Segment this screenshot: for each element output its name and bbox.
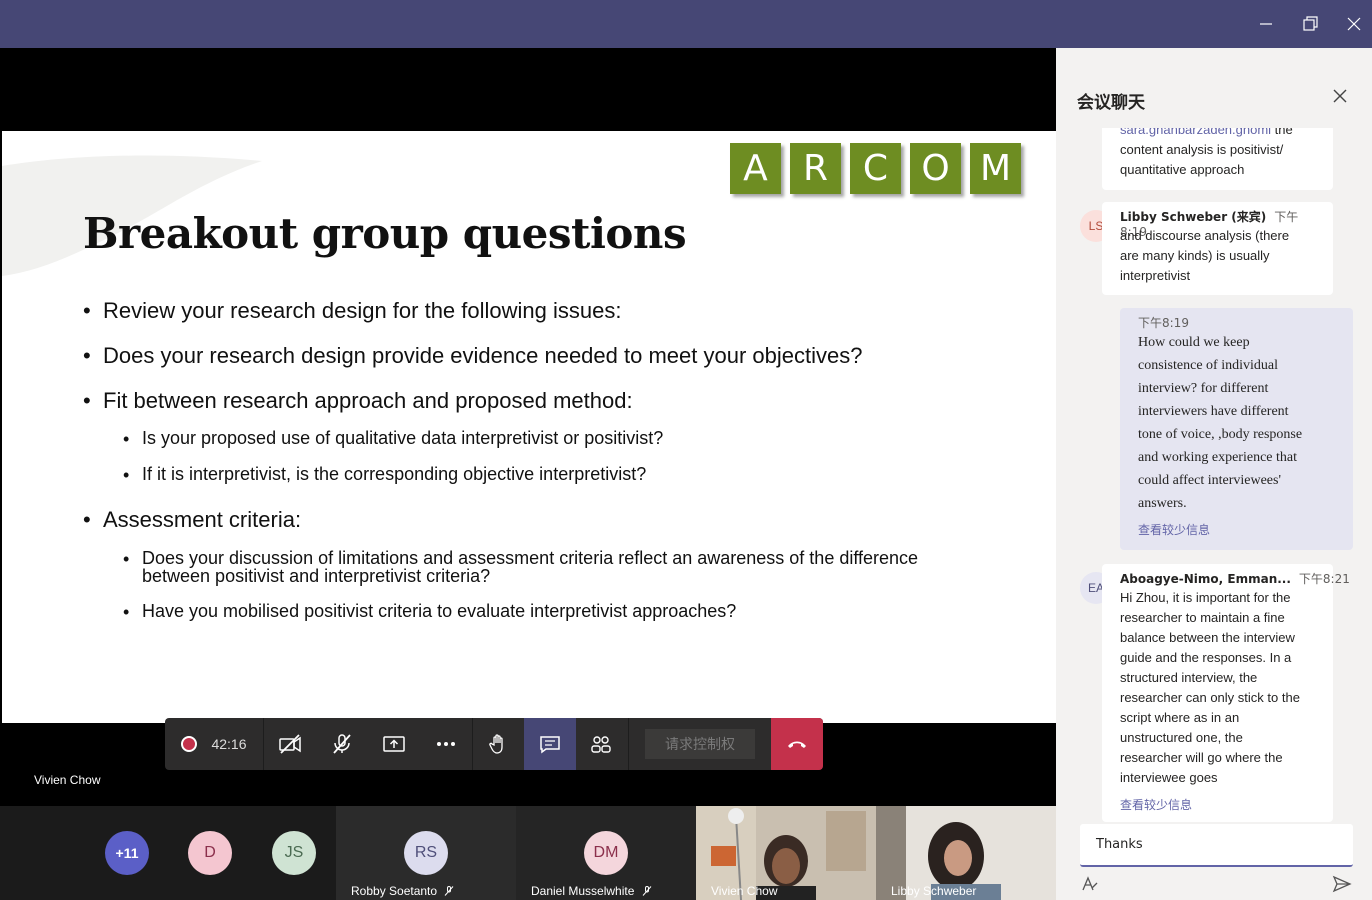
raise-hand-button[interactable] bbox=[473, 718, 524, 770]
meeting-controls-toolbar: 42:16 请求控制权 bbox=[165, 718, 823, 770]
meeting-chat-panel: 会议聊天 sara.ghanbarzaden.gnomi the content… bbox=[1056, 48, 1372, 900]
participant-strip: +11 D JS RS Robby Soetanto DM Daniel Mus… bbox=[0, 806, 1056, 900]
slide-title: Breakout group questions bbox=[83, 209, 687, 258]
hand-icon bbox=[488, 734, 503, 754]
more-icon bbox=[437, 742, 455, 746]
participant-video-tile[interactable]: Libby Schweber bbox=[876, 806, 1056, 900]
participant-name: Daniel Musselwhite bbox=[531, 884, 653, 898]
participant-avatar: DM bbox=[584, 831, 628, 875]
participants-icon bbox=[591, 736, 611, 753]
participants-button[interactable] bbox=[576, 718, 626, 770]
participant-name: Vivien Chow bbox=[711, 884, 778, 898]
chat-message: Libby Schweber (来宾) 下午8:19 and discourse … bbox=[1102, 202, 1333, 295]
participant-avatar: RS bbox=[404, 831, 448, 875]
chat-compose-box[interactable]: Thanks bbox=[1080, 824, 1353, 867]
recording-indicator: 42:16 bbox=[165, 718, 263, 770]
see-less-link[interactable]: 查看较少信息 bbox=[1120, 796, 1315, 813]
format-icon[interactable] bbox=[1080, 874, 1100, 894]
compose-input[interactable]: Thanks bbox=[1096, 837, 1143, 852]
minimize-icon[interactable] bbox=[1254, 12, 1278, 36]
own-chat-message: 下午8:19 How could we keep consistence of … bbox=[1120, 308, 1353, 550]
participant-tile[interactable]: DM Daniel Musselwhite bbox=[516, 806, 696, 900]
close-icon[interactable] bbox=[1332, 88, 1348, 104]
chat-message: sara.ghanbarzaden.gnomi the content anal… bbox=[1102, 128, 1333, 190]
chat-message-list[interactable]: sara.ghanbarzaden.gnomi the content anal… bbox=[1056, 128, 1372, 823]
share-icon bbox=[383, 736, 405, 752]
camera-toggle-button[interactable] bbox=[265, 718, 315, 770]
presenter-name-label: Vivien Chow bbox=[34, 773, 101, 787]
chat-title: 会议聊天 bbox=[1077, 93, 1145, 113]
hang-up-icon bbox=[788, 741, 806, 748]
participant-video-tile[interactable]: Vivien Chow bbox=[696, 806, 876, 900]
more-participants-button[interactable]: +11 bbox=[105, 831, 149, 875]
logo-letter: R bbox=[790, 143, 841, 194]
arcom-logo: A R C O M bbox=[730, 143, 1021, 194]
meeting-timer: 42:16 bbox=[211, 736, 247, 752]
close-icon[interactable] bbox=[1342, 12, 1366, 36]
hang-up-button[interactable] bbox=[771, 718, 823, 770]
chat-message: Aboagye-Nimo, Emman... 下午8:21 Hi Zhou, it… bbox=[1102, 564, 1350, 822]
chat-icon bbox=[540, 736, 560, 754]
camera-off-icon bbox=[279, 734, 301, 754]
participant-avatar[interactable]: JS bbox=[272, 831, 316, 875]
participant-name: Libby Schweber bbox=[891, 884, 977, 898]
presentation-slide: A R C O M Breakout group questions • Revi… bbox=[2, 131, 1056, 723]
message-time: 下午8:21 bbox=[1298, 572, 1350, 586]
send-icon[interactable] bbox=[1332, 874, 1352, 894]
mic-off-icon bbox=[333, 734, 351, 754]
title-bar bbox=[0, 0, 1372, 48]
restore-icon[interactable] bbox=[1298, 12, 1322, 36]
mic-off-icon bbox=[642, 886, 652, 896]
logo-letter: C bbox=[850, 143, 901, 194]
recording-dot-icon bbox=[181, 736, 198, 752]
mention-link[interactable]: sara.ghanbarzaden.gnomi bbox=[1120, 128, 1271, 137]
message-sender: Aboagye-Nimo, Emman... bbox=[1120, 572, 1291, 586]
participant-avatar[interactable]: D bbox=[188, 831, 232, 875]
logo-letter: A bbox=[730, 143, 781, 194]
chat-toggle-button[interactable] bbox=[524, 718, 576, 770]
request-control-button[interactable]: 请求控制权 bbox=[645, 729, 755, 759]
mute-toggle-button[interactable] bbox=[317, 718, 367, 770]
participant-name: Robby Soetanto bbox=[351, 884, 455, 898]
more-actions-button[interactable] bbox=[421, 718, 471, 770]
shared-content-stage: A R C O M Breakout group questions • Revi… bbox=[0, 48, 1056, 806]
logo-letter: M bbox=[970, 143, 1021, 194]
logo-letter: O bbox=[910, 143, 961, 194]
message-time: 下午8:19 bbox=[1138, 316, 1189, 330]
share-screen-button[interactable] bbox=[369, 718, 419, 770]
chat-header: 会议聊天 bbox=[1056, 48, 1372, 128]
see-less-link[interactable]: 查看较少信息 bbox=[1138, 521, 1335, 538]
mic-off-icon bbox=[445, 886, 454, 896]
participant-tile[interactable]: RS Robby Soetanto bbox=[336, 806, 516, 900]
message-sender: Libby Schweber (来宾) bbox=[1120, 210, 1267, 224]
